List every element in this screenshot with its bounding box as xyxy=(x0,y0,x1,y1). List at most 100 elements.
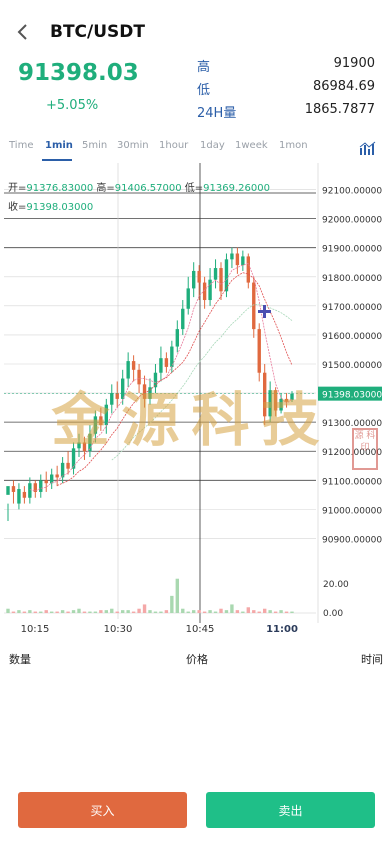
time-tick-label: 11:00 xyxy=(266,624,298,633)
page-title: BTC/USDT xyxy=(50,22,145,42)
tab-5min[interactable]: 5min xyxy=(82,140,107,151)
volume-bar xyxy=(186,611,190,613)
candle xyxy=(28,483,32,498)
candle xyxy=(213,268,218,280)
time-header: 时间 xyxy=(361,653,383,666)
candle xyxy=(191,270,196,289)
volume-bar xyxy=(11,611,16,613)
high-label: 高 xyxy=(197,60,211,75)
price-tick-label: 91800.00000 xyxy=(322,274,382,284)
open-label: 开= xyxy=(8,183,27,194)
volume-bar xyxy=(284,611,289,613)
tab-1mon[interactable]: 1mon xyxy=(279,140,308,151)
volume-bar xyxy=(60,610,65,613)
tab-1week[interactable]: 1week xyxy=(235,140,268,151)
sell-button[interactable]: 卖出 xyxy=(206,792,375,828)
volume-bar xyxy=(268,610,272,613)
close-legend: 收=91398.03000 xyxy=(8,198,93,213)
watermark-seal: 源 科 印 xyxy=(352,428,378,470)
candle xyxy=(181,308,185,330)
volume-bar xyxy=(181,608,185,613)
back-arrow-icon[interactable] xyxy=(14,22,34,42)
time-tick-label: 10:30 xyxy=(104,624,133,633)
price-header: 价格 xyxy=(186,653,208,666)
candle xyxy=(219,268,223,292)
time-tick-label: 10:45 xyxy=(186,624,215,633)
candle xyxy=(230,253,234,260)
volume-bar xyxy=(262,608,267,613)
volume-bar xyxy=(71,610,76,613)
tab-1min[interactable]: 1min xyxy=(45,140,73,151)
tab-1day[interactable]: 1day xyxy=(200,140,225,151)
candle xyxy=(11,486,16,492)
qty-header: 数量 xyxy=(9,653,31,666)
high-label-legend: 高= xyxy=(96,183,115,194)
volume-bar xyxy=(6,608,10,613)
volume-bar xyxy=(88,611,92,613)
volume-bar xyxy=(164,610,169,613)
volume-bar xyxy=(159,611,163,613)
volume-value: 1865.7877 xyxy=(304,102,375,117)
candle xyxy=(208,279,212,301)
candle xyxy=(6,486,10,495)
volume-bar xyxy=(148,610,152,613)
tab-1hour[interactable]: 1hour xyxy=(159,140,188,151)
indicator-icon[interactable] xyxy=(359,140,377,156)
tab-30min[interactable]: 30min xyxy=(117,140,149,151)
candle xyxy=(131,361,136,370)
volume-bar xyxy=(99,610,103,613)
candle xyxy=(164,358,169,367)
volume-bar xyxy=(55,611,59,613)
candle xyxy=(175,329,180,347)
volume-bar xyxy=(170,595,174,613)
volume-bar xyxy=(153,611,158,613)
price-tick-label: 91700.00000 xyxy=(322,303,382,313)
volume-bar xyxy=(131,611,136,613)
candle xyxy=(44,480,48,484)
tab-time[interactable]: Time xyxy=(9,140,33,151)
volume-tick-label: 20.00 xyxy=(323,580,349,590)
low-value-legend: 91369.26000 xyxy=(203,183,270,194)
candle xyxy=(202,282,207,301)
volume-bar xyxy=(235,610,240,613)
volume-label: 24H量 xyxy=(197,106,237,121)
price-tick-label: 90900.00000 xyxy=(322,535,382,545)
volume-bar xyxy=(208,610,212,613)
price-tick-label: 91900.00000 xyxy=(322,245,382,255)
candle xyxy=(186,288,190,309)
candle xyxy=(197,270,201,283)
active-tab-underline xyxy=(42,159,72,161)
volume-bar xyxy=(273,611,278,613)
cursor-marker xyxy=(263,305,266,318)
volume-bar xyxy=(49,611,54,613)
volume-bar xyxy=(104,610,109,613)
candle xyxy=(49,474,54,484)
volume-bar xyxy=(246,607,251,613)
volume-tick-label: 0.00 xyxy=(323,609,343,619)
price-tick-label: 92100.00000 xyxy=(322,187,382,197)
volume-bar xyxy=(290,611,294,613)
candle xyxy=(55,474,59,478)
high-value-legend: 91406.57000 xyxy=(114,183,182,194)
price-tick-label: 91100.00000 xyxy=(322,477,382,487)
candle xyxy=(241,256,245,266)
candle xyxy=(159,358,163,373)
close-value: 91398.03000 xyxy=(26,202,94,213)
open-value: 91376.83000 xyxy=(26,183,94,194)
volume-bar xyxy=(93,611,98,613)
volume-bar xyxy=(142,604,147,613)
volume-bar xyxy=(175,578,180,613)
volume-bar xyxy=(241,611,245,613)
volume-bar xyxy=(224,610,229,613)
volume-bar xyxy=(110,608,114,613)
candle xyxy=(235,253,240,266)
candle xyxy=(66,462,70,469)
volume-bar xyxy=(230,604,234,613)
buy-button[interactable]: 买入 xyxy=(18,792,187,828)
candle xyxy=(252,282,256,330)
last-price: 91398.03 xyxy=(18,60,139,86)
volume-bar xyxy=(137,608,141,613)
volume-bar xyxy=(66,611,70,613)
high-value: 91900 xyxy=(333,56,375,71)
volume-bar xyxy=(191,610,196,613)
